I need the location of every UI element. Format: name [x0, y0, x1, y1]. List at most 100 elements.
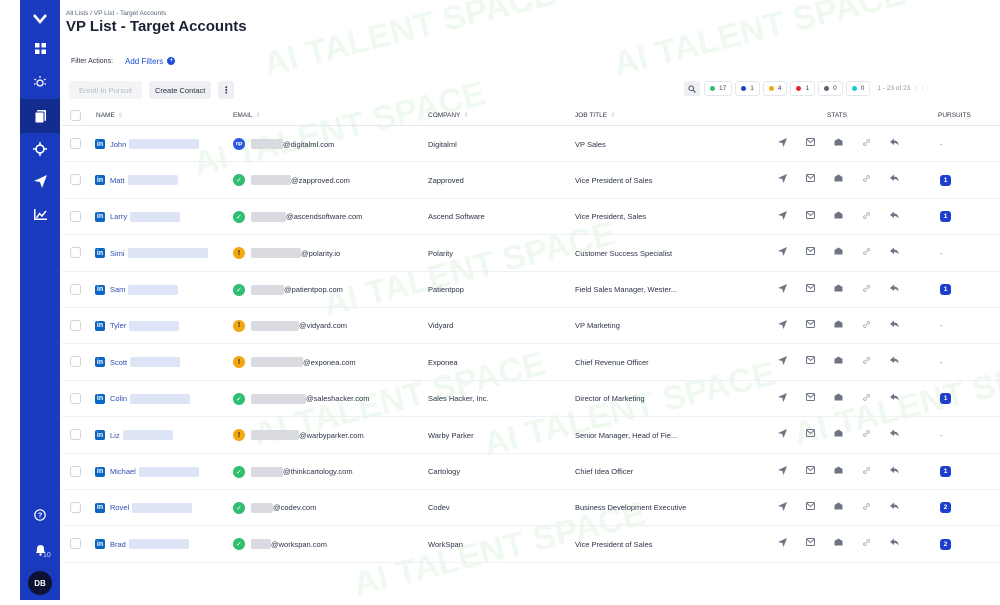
reply-arrow-icon[interactable]: [880, 356, 908, 365]
email-envelope-icon[interactable]: [796, 174, 824, 183]
table-row[interactable]: in Brad ✓ @workspan.com WorkSpan Vice Preside…: [62, 526, 1000, 563]
reply-arrow-icon[interactable]: [880, 138, 908, 147]
send-icon[interactable]: [768, 429, 796, 439]
pursuit-count-badge[interactable]: 1: [940, 284, 951, 296]
contact-name-link[interactable]: Brad: [110, 540, 126, 549]
reply-arrow-icon[interactable]: [880, 284, 908, 293]
email-domain[interactable]: @codev.com: [273, 503, 316, 512]
email-envelope-icon[interactable]: [796, 283, 824, 293]
email-domain[interactable]: @saleshacker.com: [306, 394, 369, 403]
opened-email-icon[interactable]: [824, 247, 852, 256]
send-paper-plane-icon[interactable]: [20, 164, 60, 198]
email-domain[interactable]: @workspan.com: [271, 540, 327, 549]
table-row[interactable]: in Michael ✓ @thinkcartology.com Cartology Ch…: [62, 454, 1000, 490]
row-checkbox[interactable]: [70, 210, 81, 222]
pursuit-count-badge[interactable]: 2: [940, 538, 951, 550]
reply-arrow-icon[interactable]: [880, 211, 908, 220]
table-row[interactable]: in Scott! @exponea.com Exponea Chief Revenue…: [62, 344, 1000, 381]
email-envelope-icon[interactable]: [796, 210, 824, 220]
email-domain[interactable]: @polarity.io: [301, 249, 340, 258]
email-envelope-icon[interactable]: [796, 319, 824, 329]
stat-filter-chip[interactable]: 1: [790, 81, 816, 96]
email-envelope-icon[interactable]: [796, 247, 824, 256]
opened-email-icon[interactable]: [824, 174, 852, 183]
breadcrumb[interactable]: All Lists / VP List - Target Accounts: [66, 10, 166, 17]
reply-arrow-icon[interactable]: [880, 320, 908, 329]
stat-filter-chip[interactable]: 4: [762, 81, 788, 96]
pursuit-count-badge[interactable]: 1: [940, 466, 951, 478]
row-checkbox[interactable]: [70, 283, 81, 295]
opened-email-icon[interactable]: [824, 320, 852, 329]
email-envelope-icon[interactable]: [796, 538, 824, 547]
send-icon[interactable]: [768, 319, 796, 329]
email-domain[interactable]: @ascendsoftware.com: [286, 212, 362, 221]
send-icon[interactable]: [768, 247, 796, 257]
notifications-bell-icon[interactable]: 10: [20, 532, 60, 566]
email-domain[interactable]: @exponea.com: [303, 358, 356, 367]
table-row[interactable]: in Tyler! @vidyard.com Vidyard VP Marketing -: [62, 308, 1000, 345]
opened-email-icon[interactable]: [824, 211, 852, 220]
contact-name-link[interactable]: Michael: [110, 467, 136, 476]
row-checkbox[interactable]: [70, 501, 81, 513]
pursuit-count-badge[interactable]: 1: [940, 393, 951, 405]
link-click-icon[interactable]: [852, 502, 880, 511]
search-button[interactable]: [684, 81, 700, 96]
email-envelope-icon[interactable]: [796, 429, 824, 438]
contact-name-link[interactable]: Colin: [110, 394, 127, 403]
prev-page-icon[interactable]: ‹: [915, 85, 917, 92]
email-envelope-icon[interactable]: [796, 392, 824, 402]
table-row[interactable]: in John np @digitalml.com Digitalml VP Sales -: [62, 126, 1000, 163]
send-icon[interactable]: [768, 174, 796, 184]
target-crosshair-icon[interactable]: [20, 132, 60, 166]
contact-name-link[interactable]: Tyler: [110, 321, 126, 330]
opened-email-icon[interactable]: [824, 502, 852, 511]
send-icon[interactable]: [768, 392, 796, 402]
dashboard-icon[interactable]: [20, 31, 60, 65]
email-domain[interactable]: @vidyard.com: [299, 321, 347, 330]
lists-document-icon[interactable]: [20, 99, 60, 133]
contact-name-link[interactable]: Rovel: [110, 503, 129, 512]
send-icon[interactable]: [768, 501, 796, 511]
linkedin-icon[interactable]: in: [95, 284, 105, 295]
contact-name-link[interactable]: Scott: [110, 358, 127, 367]
opened-email-icon[interactable]: [824, 466, 852, 475]
email-envelope-icon[interactable]: [796, 356, 824, 365]
email-domain[interactable]: @zapproved.com: [291, 176, 350, 185]
linkedin-icon[interactable]: in: [95, 320, 105, 331]
contact-name-link[interactable]: Sam: [110, 285, 125, 294]
reply-arrow-icon[interactable]: [880, 247, 908, 256]
row-checkbox[interactable]: [70, 138, 81, 149]
linkedin-icon[interactable]: in: [95, 393, 105, 404]
linkedin-icon[interactable]: in: [95, 539, 105, 550]
pursuit-count-badge[interactable]: 1: [940, 211, 951, 223]
opened-email-icon[interactable]: [824, 138, 852, 147]
link-click-icon[interactable]: [852, 284, 880, 293]
stat-filter-chip[interactable]: 1: [735, 81, 760, 96]
row-checkbox[interactable]: [70, 392, 81, 404]
reply-arrow-icon[interactable]: [880, 429, 908, 438]
reply-arrow-icon[interactable]: [880, 502, 908, 511]
pursuit-count-badge[interactable]: 1: [940, 174, 951, 186]
row-checkbox[interactable]: [70, 356, 81, 368]
pursuit-count-badge[interactable]: 2: [940, 502, 951, 514]
email-domain[interactable]: @thinkcartology.com: [283, 467, 353, 476]
reply-arrow-icon[interactable]: [880, 174, 908, 183]
email-domain[interactable]: @warbyparker.com: [299, 431, 364, 440]
pagination-arrows[interactable]: ‹ ›: [915, 85, 924, 92]
link-click-icon[interactable]: [852, 466, 880, 475]
row-checkbox[interactable]: [70, 319, 81, 331]
reply-arrow-icon[interactable]: [880, 466, 908, 475]
table-row[interactable]: in Liz! @warbyparker.com Warby Parker Senior…: [62, 417, 1000, 454]
table-row[interactable]: in Colin ✓ @saleshacker.com Sales Hacker, In…: [62, 381, 1000, 418]
contact-name-link[interactable]: Matt: [110, 176, 125, 185]
reply-arrow-icon[interactable]: [880, 393, 908, 402]
add-filters-button[interactable]: Add Filters +: [125, 57, 176, 66]
stat-filter-chip[interactable]: 0: [845, 81, 871, 96]
link-click-icon[interactable]: [852, 429, 880, 438]
send-icon[interactable]: [768, 356, 796, 366]
email-envelope-icon[interactable]: [796, 465, 824, 475]
column-header-job-title[interactable]: JOB TITLE ⇕: [575, 112, 615, 119]
opened-email-icon[interactable]: [824, 284, 852, 293]
email-envelope-icon[interactable]: [796, 138, 824, 147]
row-checkbox[interactable]: [70, 465, 81, 477]
